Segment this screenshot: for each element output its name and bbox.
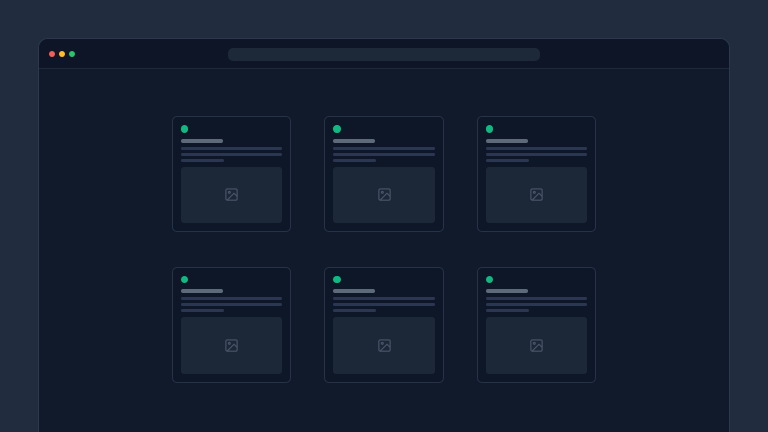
skeleton-lines	[486, 289, 588, 317]
browser-window	[38, 38, 730, 432]
zoom-button[interactable]	[69, 51, 75, 57]
skeleton-line	[486, 159, 529, 162]
skeleton-line	[486, 309, 529, 312]
image-placeholder	[486, 167, 588, 224]
minimize-button[interactable]	[59, 51, 65, 57]
skeleton-line	[333, 297, 435, 300]
skeleton-line	[333, 303, 435, 306]
skeleton-line	[181, 147, 283, 150]
card[interactable]	[324, 267, 444, 383]
skeleton-lines	[486, 139, 588, 167]
image-icon	[529, 187, 544, 202]
skeleton-line	[486, 153, 588, 156]
close-button[interactable]	[49, 51, 55, 57]
card[interactable]	[172, 267, 292, 383]
skeleton-line	[486, 289, 528, 293]
status-dot-icon	[486, 125, 494, 133]
skeleton-line	[333, 289, 375, 293]
skeleton-line	[181, 159, 224, 162]
status-dot-icon	[333, 125, 341, 133]
skeleton-lines	[333, 289, 435, 317]
skeleton-line	[486, 297, 588, 300]
skeleton-lines	[181, 139, 283, 167]
card[interactable]	[477, 267, 597, 383]
image-icon	[377, 187, 392, 202]
skeleton-lines	[333, 139, 435, 167]
status-dot-icon	[333, 276, 341, 284]
skeleton-line	[181, 309, 224, 312]
traffic-lights	[49, 39, 75, 68]
card[interactable]	[172, 116, 292, 232]
status-dot-icon	[486, 276, 494, 284]
skeleton-line	[486, 303, 588, 306]
skeleton-line	[181, 153, 283, 156]
window-titlebar	[39, 39, 729, 69]
skeleton-line	[181, 297, 283, 300]
image-placeholder	[333, 167, 435, 224]
skeleton-line	[486, 147, 588, 150]
status-dot-icon	[181, 125, 189, 133]
image-icon	[377, 338, 392, 353]
image-placeholder	[333, 317, 435, 374]
skeleton-line	[181, 303, 283, 306]
image-icon	[224, 187, 239, 202]
skeleton-line	[333, 159, 376, 162]
skeleton-line	[333, 139, 375, 143]
image-placeholder	[181, 317, 283, 374]
status-dot-icon	[181, 276, 189, 284]
card[interactable]	[324, 116, 444, 232]
skeleton-line	[181, 289, 223, 293]
window-content	[39, 116, 729, 432]
skeleton-line	[486, 139, 528, 143]
card-grid	[172, 116, 597, 383]
card[interactable]	[477, 116, 597, 232]
image-placeholder	[486, 317, 588, 374]
image-icon	[224, 338, 239, 353]
url-bar[interactable]	[228, 48, 540, 61]
skeleton-lines	[181, 289, 283, 317]
skeleton-line	[181, 139, 223, 143]
desktop-background	[0, 0, 768, 432]
skeleton-line	[333, 153, 435, 156]
image-icon	[529, 338, 544, 353]
image-placeholder	[181, 167, 283, 224]
skeleton-line	[333, 147, 435, 150]
skeleton-line	[333, 309, 376, 312]
